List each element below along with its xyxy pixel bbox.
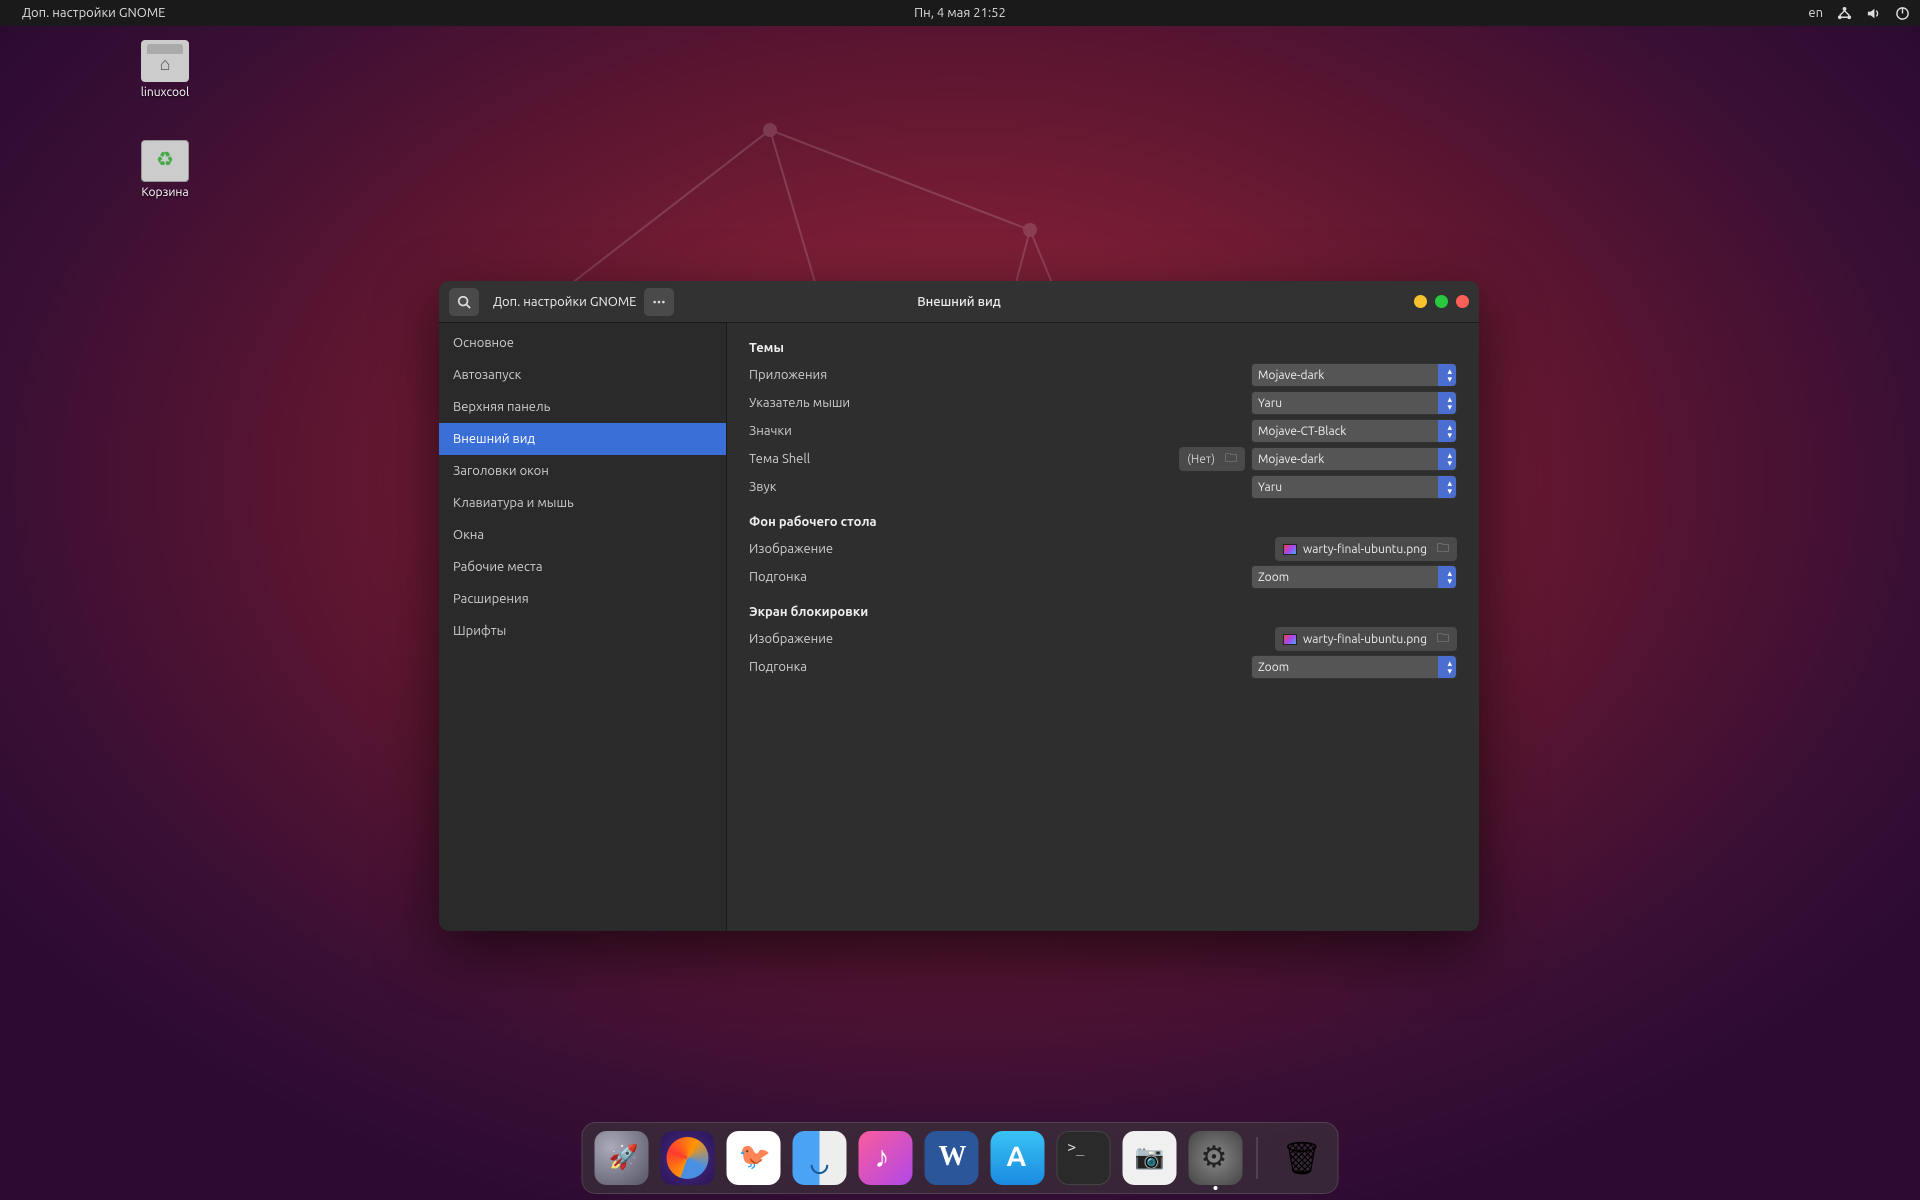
sidebar-item[interactable]: Клавиатура и мышь	[439, 487, 726, 519]
app-menu-title[interactable]: Доп. настройки GNOME	[22, 6, 165, 20]
dock-item-settings[interactable]	[1189, 1131, 1243, 1185]
background-fit-dropdown[interactable]: Zoom▴▾	[1251, 565, 1457, 589]
dock-item-terminal[interactable]	[1057, 1131, 1111, 1185]
network-icon[interactable]	[1837, 6, 1852, 21]
dock-item-word[interactable]	[925, 1131, 979, 1185]
sidebar: ОсновноеАвтозапускВерхняя панельВнешний …	[439, 323, 727, 931]
sidebar-item[interactable]: Верхняя панель	[439, 391, 726, 423]
clock[interactable]: Пн, 4 мая 21:52	[914, 6, 1006, 20]
row-shell-theme: Тема Shell (Нет) 🗀 Mojave-dark▴▾	[749, 445, 1457, 473]
sidebar-item[interactable]: Внешний вид	[439, 423, 726, 455]
row-icons-theme: Значки Mojave-CT-Black▴▾	[749, 417, 1457, 445]
volume-icon[interactable]	[1866, 6, 1881, 21]
titlebar[interactable]: Доп. настройки GNOME Внешний вид	[439, 281, 1479, 323]
folder-icon: 🗀	[1437, 629, 1449, 650]
dock	[582, 1122, 1339, 1194]
dock-item-firefox[interactable]	[661, 1131, 715, 1185]
sidebar-item[interactable]: Окна	[439, 519, 726, 551]
row-sound-theme: Звук Yaru▴▾	[749, 473, 1457, 501]
sidebar-item[interactable]: Рабочие места	[439, 551, 726, 583]
sidebar-item[interactable]: Автозапуск	[439, 359, 726, 391]
icon-label: linuxcool	[120, 86, 210, 99]
shell-theme-dropdown[interactable]: Mojave-dark▴▾	[1251, 447, 1457, 471]
shell-theme-file-button[interactable]: (Нет) 🗀	[1179, 447, 1245, 471]
window-title: Внешний вид	[917, 295, 1001, 309]
folder-icon	[141, 40, 189, 82]
folder-icon: 🗀	[1437, 539, 1449, 560]
dock-item-launchpad[interactable]	[595, 1131, 649, 1185]
row-lockscreen-fit: Подгонка Zoom▴▾	[749, 653, 1457, 681]
dock-item-trash[interactable]	[1272, 1131, 1326, 1185]
trash-icon	[141, 140, 189, 182]
section-title-background: Фон рабочего стола	[749, 515, 1457, 529]
dock-item-app-store[interactable]	[991, 1131, 1045, 1185]
folder-icon: 🗀	[1225, 449, 1237, 470]
row-cursor-theme: Указатель мыши Yaru▴▾	[749, 389, 1457, 417]
image-thumbnail-icon	[1283, 634, 1297, 645]
dock-item-mail[interactable]	[727, 1131, 781, 1185]
section-title-themes: Темы	[749, 341, 1457, 355]
row-background-image: Изображение warty-final-ubuntu.png 🗀	[749, 535, 1457, 563]
trash-desktop-icon[interactable]: Корзина	[120, 140, 210, 199]
lockscreen-image-button[interactable]: warty-final-ubuntu.png 🗀	[1275, 627, 1457, 651]
close-button[interactable]	[1456, 295, 1469, 308]
top-bar: Доп. настройки GNOME Пн, 4 мая 21:52 en	[0, 0, 1920, 26]
sidebar-item[interactable]: Заголовки окон	[439, 455, 726, 487]
desktop: Доп. настройки GNOME Пн, 4 мая 21:52 en …	[0, 0, 1920, 1200]
row-applications-theme: Приложения Mojave-dark▴▾	[749, 361, 1457, 389]
sidebar-item[interactable]: Расширения	[439, 583, 726, 615]
image-thumbnail-icon	[1283, 544, 1297, 555]
titlebar-subtitle: Доп. настройки GNOME	[493, 295, 636, 309]
home-folder-icon[interactable]: linuxcool	[120, 40, 210, 99]
search-button[interactable]	[449, 288, 479, 316]
section-title-lockscreen: Экран блокировки	[749, 605, 1457, 619]
minimize-button[interactable]	[1414, 295, 1427, 308]
dock-item-finder[interactable]	[793, 1131, 847, 1185]
icons-theme-dropdown[interactable]: Mojave-CT-Black▴▾	[1251, 419, 1457, 443]
row-background-fit: Подгонка Zoom▴▾	[749, 563, 1457, 591]
sidebar-item[interactable]: Шрифты	[439, 615, 726, 647]
icon-label: Корзина	[120, 186, 210, 199]
gnome-tweaks-window: Доп. настройки GNOME Внешний вид Основно…	[439, 281, 1479, 931]
cursor-theme-dropdown[interactable]: Yaru▴▾	[1251, 391, 1457, 415]
row-lockscreen-image: Изображение warty-final-ubuntu.png 🗀	[749, 625, 1457, 653]
power-icon[interactable]	[1895, 6, 1910, 21]
dock-item-music[interactable]	[859, 1131, 913, 1185]
dock-item-screenshot[interactable]	[1123, 1131, 1177, 1185]
maximize-button[interactable]	[1435, 295, 1448, 308]
keyboard-layout-indicator[interactable]: en	[1808, 6, 1823, 20]
lockscreen-fit-dropdown[interactable]: Zoom▴▾	[1251, 655, 1457, 679]
sidebar-item[interactable]: Основное	[439, 327, 726, 359]
sound-theme-dropdown[interactable]: Yaru▴▾	[1251, 475, 1457, 499]
menu-button[interactable]	[644, 288, 674, 316]
dock-separator	[1257, 1137, 1258, 1179]
background-image-button[interactable]: warty-final-ubuntu.png 🗀	[1275, 537, 1457, 561]
content-pane: Темы Приложения Mojave-dark▴▾ Указатель …	[727, 323, 1479, 931]
applications-theme-dropdown[interactable]: Mojave-dark▴▾	[1251, 363, 1457, 387]
